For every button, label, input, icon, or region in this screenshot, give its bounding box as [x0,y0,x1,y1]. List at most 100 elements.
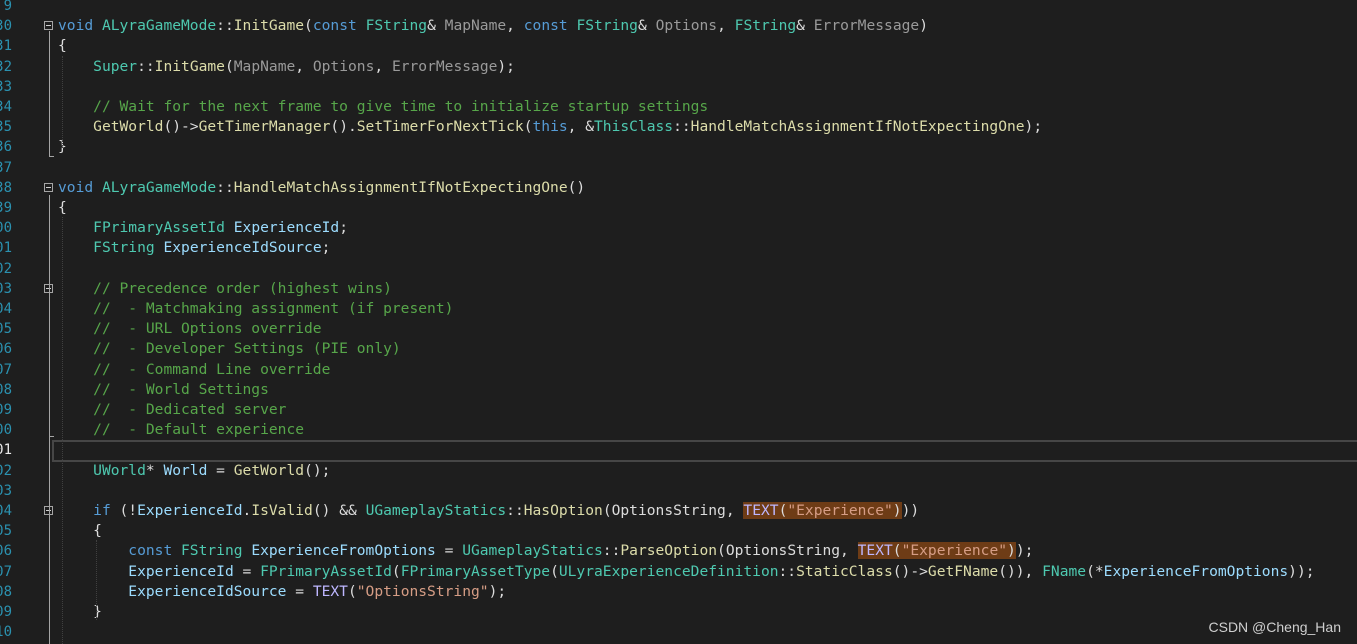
code-token: FString [93,239,155,257]
code-line[interactable]: 09 } [0,602,1357,622]
code-token: { [58,199,67,216]
code-line[interactable]: 04 if (!ExperienceId.IsValid() && UGamep… [0,501,1357,521]
code-text: void ALyraGameMode::HandleMatchAssignmen… [58,178,585,198]
code-line[interactable]: 02 UWorld* World = GetWorld(); [0,461,1357,481]
code-token: Options [655,17,718,35]
code-line[interactable]: 07 // - Command Line override [0,360,1357,380]
line-number: 35 [0,119,12,136]
watermark: CSDN @Cheng_Han [1208,619,1342,635]
code-token: FPrimaryAssetType [400,562,551,580]
code-token: const [312,17,366,35]
code-token: :: [602,542,621,560]
code-token: )); [1288,562,1315,580]
code-line[interactable]: 37 [0,158,1357,178]
code-token: InitGame [154,57,225,75]
line-number-gutter: 39 [0,198,14,218]
line-number: 08 [0,583,12,600]
code-line[interactable]: 00 FPrimaryAssetId ExperienceId; [0,218,1357,238]
line-number-gutter: 01 [0,238,14,258]
line-number: 9 [3,0,12,14]
code-token: ErrorMessage [813,17,920,35]
code-line[interactable]: 08 ExperienceIdSource = TEXT("OptionsStr… [0,582,1357,602]
code-token: (! [110,502,138,519]
code-token: ( [391,562,401,580]
code-line[interactable]: 09 // - Dedicated server [0,400,1357,420]
code-text: // - URL Options override [58,319,322,339]
code-text: // - World Settings [58,380,269,400]
code-line[interactable]: 08 // - World Settings [0,380,1357,400]
code-token: :: [778,562,797,580]
code-text: FPrimaryAssetId ExperienceId; [58,218,348,238]
code-token: // - Dedicated server [93,401,287,418]
code-token: GetFName [927,562,999,580]
collapse-icon[interactable] [44,182,53,192]
code-line[interactable]: 07 ExperienceId = FPrimaryAssetId(FPrima… [0,562,1357,582]
code-token: FString [365,17,428,35]
code-line[interactable]: 05 // - URL Options override [0,319,1357,339]
code-token: :: [137,57,155,75]
code-text: Super::InitGame(MapName, Options, ErrorM… [58,57,515,77]
code-text: // - Matchmaking assignment (if present) [58,299,453,319]
code-line[interactable]: 04 // - Matchmaking assignment (if prese… [0,299,1357,319]
code-line[interactable]: 32 Super::InitGame(MapName, Options, Err… [0,57,1357,77]
code-line[interactable]: 38 void ALyraGameMode::HandleMatchAssignm… [0,178,1357,198]
code-token: // - URL Options override [93,320,322,338]
code-token: // Precedence order (highest wins) [93,279,392,297]
collapse-icon[interactable] [44,21,53,31]
code-line[interactable]: 03 [0,481,1357,501]
code-line[interactable]: 35 GetWorld()->GetTimerManager().SetTime… [0,117,1357,137]
code-token: ( [550,562,559,580]
line-number: 10 [0,624,12,641]
code-text: if (!ExperienceId.IsValid() && UGameplay… [58,501,919,521]
code-token: // - Matchmaking assignment (if present) [93,300,454,317]
code-line[interactable]: 10 [0,622,1357,642]
code-line[interactable]: 02 [0,259,1357,279]
code-line[interactable]: 39 { [0,198,1357,218]
code-line[interactable]: 31 { [0,36,1357,56]
code-text: FString ExperienceIdSource; [58,238,330,258]
code-token: FPrimaryAssetId [93,219,225,237]
code-token: ( [347,582,357,600]
code-token: TEXT [857,542,893,560]
code-text: // Wait for the next frame to give time … [58,97,708,117]
code-token: FPrimaryAssetId [260,562,392,580]
indent-guide [62,217,63,644]
line-number-gutter: 00 [0,420,14,440]
code-line[interactable]: 00 // - Default experience [0,420,1357,440]
line-number-gutter: 37 [0,158,14,178]
line-number-gutter: 04 [0,501,14,521]
code-token: ULyraExperienceDefinition [558,562,779,580]
code-line[interactable]: 36} [0,137,1357,157]
code-line[interactable]: 34 // Wait for the next frame to give ti… [0,97,1357,117]
line-number: 09 [0,604,12,620]
code-token: FName [1042,562,1087,580]
code-token: ; [321,239,331,257]
line-number-gutter: 36 [0,137,14,157]
fold-outline [49,31,50,156]
code-line[interactable]: 01 [0,440,1357,463]
code-line[interactable]: 01 FString ExperienceIdSource; [0,238,1357,258]
fold-outline-end [49,436,54,437]
code-token: ) [919,17,928,35]
code-line[interactable]: 05 { [0,521,1357,541]
line-number: 37 [0,159,12,176]
code-token: = [207,461,234,479]
line-number-gutter: 07 [0,562,14,582]
code-line[interactable]: 06 const FString ExperienceFromOptions =… [0,541,1357,561]
code-line[interactable]: 9 [0,0,1357,16]
code-line[interactable]: 30void ALyraGameMode::InitGame(const FSt… [0,16,1357,36]
line-number-gutter: 34 [0,97,14,117]
code-line[interactable]: 06 // - Developer Settings (PIE only) [0,339,1357,359]
code-token: () [567,178,586,196]
code-token: ()-> [892,562,928,580]
code-editor[interactable]: 930void ALyraGameMode::InitGame(const FS… [0,0,1357,644]
code-line[interactable]: 33 [0,77,1357,97]
code-token: // - World Settings [93,380,269,398]
code-text: GetWorld()->GetTimerManager().SetTimerFo… [58,117,1042,137]
code-line[interactable]: 03 // Precedence order (highest wins) [0,279,1357,299]
code-token: ; [339,219,348,237]
